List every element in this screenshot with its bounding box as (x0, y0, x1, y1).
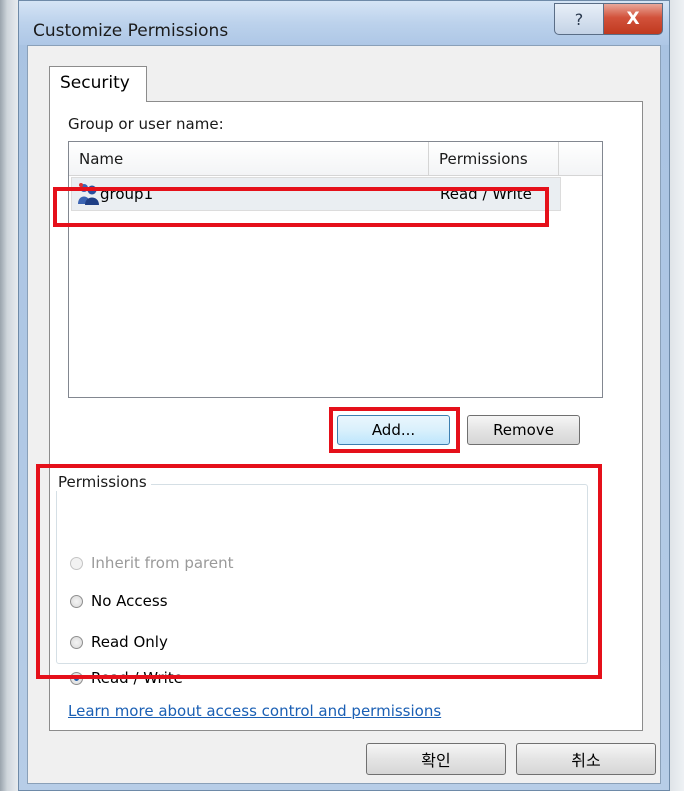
window-title: Customize Permissions (33, 21, 229, 41)
user-list[interactable]: Name Permissions group1 Read / Write (68, 141, 603, 398)
background-right (670, 0, 684, 791)
dialog-window: Customize Permissions ? X Security Group… (18, 0, 670, 791)
close-icon: X (626, 9, 640, 29)
tab-security[interactable]: Security (49, 66, 147, 102)
list-header: Name Permissions (69, 142, 602, 176)
close-button[interactable]: X (603, 3, 663, 35)
ok-button[interactable]: 확인 (366, 743, 506, 775)
highlight-box-permissions (36, 464, 602, 679)
column-header-name[interactable]: Name (69, 142, 429, 175)
cancel-button[interactable]: 취소 (516, 743, 656, 775)
security-panel: Group or user name: Name Permissions gro… (36, 101, 643, 731)
highlight-box-row (53, 187, 549, 227)
column-header-permissions[interactable]: Permissions (429, 142, 559, 175)
background-left (0, 0, 18, 791)
title-bar[interactable]: Customize Permissions ? X (19, 1, 669, 45)
learn-more-link[interactable]: Learn more about access control and perm… (68, 702, 441, 720)
remove-button[interactable]: Remove (467, 415, 580, 445)
group-or-user-label: Group or user name: (68, 115, 224, 133)
help-button[interactable]: ? (554, 3, 604, 35)
help-icon: ? (574, 9, 584, 29)
dialog-client: Security Group or user name: Name Permis… (27, 45, 661, 784)
highlight-box-add (329, 407, 460, 453)
